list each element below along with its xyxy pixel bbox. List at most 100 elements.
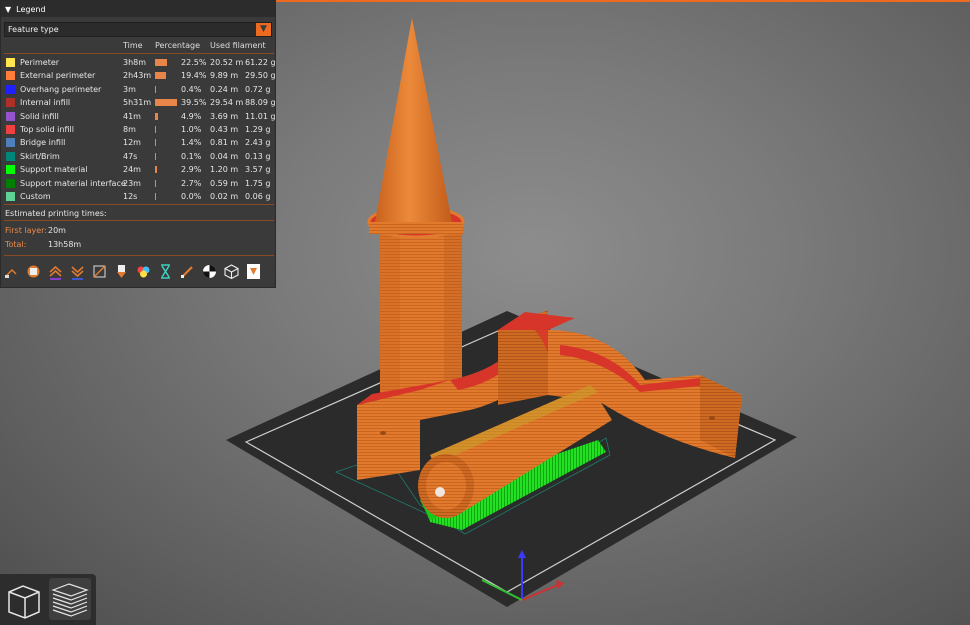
feature-time: 3h8m — [123, 58, 147, 67]
first-layer-label: First layer: — [5, 226, 48, 235]
feature-length: 0.04 m — [210, 151, 239, 161]
percentage-bar — [155, 179, 157, 187]
chevron-down-icon[interactable]: ▼ — [256, 23, 271, 36]
feature-length: 0.02 m — [210, 192, 239, 201]
feature-name: Support material — [20, 165, 88, 175]
center-of-gravity-icon[interactable] — [201, 263, 218, 280]
feature-percentage: 1.0% — [181, 125, 202, 134]
feature-percentage: 19.4% — [181, 71, 207, 81]
legend-panel: ▼ Legend Feature type ▼ Time Percentage … — [0, 0, 276, 288]
color-swatch — [6, 71, 15, 81]
color-swatch — [6, 165, 15, 175]
sliced-layers-icon[interactable] — [49, 578, 91, 620]
feature-time: 5h31m — [123, 98, 152, 108]
tool-changes-icon[interactable] — [113, 263, 130, 280]
feature-weight: 88.09 g — [245, 98, 276, 108]
feature-percentage: 4.9% — [181, 111, 202, 121]
collapse-triangle-icon[interactable]: ▼ — [5, 5, 11, 14]
total-value: 13h58m — [48, 240, 82, 249]
feature-weight: 1.29 g — [245, 125, 271, 134]
legend-header[interactable]: ▼ Legend — [1, 1, 275, 17]
legend-row[interactable]: Perimeter 3h8m 22.5% 20.52 m 61.22 g — [1, 56, 277, 69]
legend-row[interactable]: Custom 12s 0.0% 0.02 m 0.06 g — [1, 190, 277, 203]
feature-name: Bridge infill — [20, 138, 66, 148]
pause-prints-icon[interactable] — [157, 263, 174, 280]
percentage-bar — [155, 166, 157, 174]
legend-row[interactable]: External perimeter 2h43m 19.4% 9.89 m 29.50 … — [1, 69, 277, 82]
feature-weight: 29.50 g — [245, 71, 276, 81]
feature-name: Perimeter — [20, 58, 60, 67]
feature-percentage: 0.0% — [181, 192, 202, 201]
tools-divider — [4, 255, 274, 256]
deretractions-icon[interactable] — [69, 263, 86, 280]
feature-time: 2h43m — [123, 71, 152, 81]
feature-percentage: 39.5% — [181, 98, 207, 108]
percentage-bar — [155, 126, 157, 133]
color-swatch — [6, 151, 15, 161]
feature-percentage: 0.4% — [181, 84, 202, 94]
view-type-combo[interactable]: Feature type ▼ — [4, 22, 272, 37]
feature-length: 20.52 m — [210, 58, 244, 67]
times-divider — [4, 220, 274, 221]
feature-percentage: 0.1% — [181, 151, 202, 161]
feature-time: 3m — [123, 84, 136, 94]
col-used-filament: Used filament — [210, 41, 266, 50]
feature-time: 23m — [123, 178, 141, 188]
feature-weight: 1.75 g — [245, 178, 271, 188]
retractions-icon[interactable] — [47, 263, 64, 280]
legend-row[interactable]: Top solid infill 8m 1.0% 0.43 m 1.29 g — [1, 123, 277, 136]
col-time: Time — [123, 41, 143, 50]
color-swatch — [6, 58, 15, 67]
feature-time: 12m — [123, 138, 141, 148]
legend-row[interactable]: Solid infill 41m 4.9% 3.69 m 11.01 g — [1, 110, 277, 123]
list-divider — [4, 204, 274, 205]
feature-weight: 61.22 g — [245, 58, 276, 67]
feature-time: 47s — [123, 151, 138, 161]
feature-length: 3.69 m — [210, 111, 239, 121]
legend-row[interactable]: Internal infill 5h31m 39.5% 29.54 m 88.09 g — [1, 96, 277, 109]
feature-weight: 11.01 g — [245, 111, 276, 121]
percentage-bar — [155, 152, 157, 160]
color-swatch — [6, 125, 15, 134]
estimated-times-label: Estimated printing times: — [5, 209, 107, 218]
3d-view-icon[interactable] — [3, 578, 45, 620]
shells-icon[interactable] — [223, 263, 240, 280]
header-divider — [4, 53, 274, 54]
legend-title: Legend — [16, 4, 46, 14]
percentage-bar — [155, 112, 158, 120]
feature-percentage: 2.9% — [181, 165, 202, 175]
view-type-value: Feature type — [8, 25, 59, 34]
custom-gcodes-icon[interactable] — [179, 263, 196, 280]
feature-length: 0.59 m — [210, 178, 239, 188]
color-swatch — [6, 111, 15, 121]
feature-time: 8m — [123, 125, 136, 134]
feature-weight: 2.43 g — [245, 138, 271, 148]
feature-length: 29.54 m — [210, 98, 244, 108]
feature-name: External perimeter — [20, 71, 96, 81]
color-swatch — [6, 178, 15, 188]
legend-row[interactable]: Bridge infill 12m 1.4% 0.81 m 2.43 g — [1, 136, 277, 149]
feature-name: Skirt/Brim — [20, 151, 60, 161]
tool-marker-icon[interactable] — [245, 263, 262, 280]
feature-time: 24m — [123, 165, 141, 175]
legend-row[interactable]: Overhang perimeter 3m 0.4% 0.24 m 0.72 g — [1, 83, 277, 96]
legend-row[interactable]: Skirt/Brim 47s 0.1% 0.04 m 0.13 g — [1, 150, 277, 163]
first-layer-value: 20m — [48, 226, 66, 235]
travel-icon[interactable] — [3, 263, 20, 280]
color-swatch — [6, 192, 15, 201]
wipe-icon[interactable] — [25, 263, 42, 280]
color-changes-icon[interactable] — [135, 263, 152, 280]
percentage-bar — [155, 139, 157, 147]
feature-weight: 0.13 g — [245, 151, 271, 161]
color-swatch — [6, 84, 15, 94]
percentage-bar — [155, 85, 157, 93]
seams-icon[interactable] — [91, 263, 108, 280]
feature-time: 12s — [123, 192, 138, 201]
legend-row[interactable]: Support material interface 23m 2.7% 0.59 m 1… — [1, 177, 277, 190]
feature-length: 0.43 m — [210, 125, 239, 134]
legend-row[interactable]: Support material 24m 2.9% 1.20 m 3.57 g — [1, 163, 277, 176]
left-block-front — [357, 390, 420, 480]
feature-percentage: 22.5% — [181, 58, 207, 67]
tower-cone — [375, 18, 452, 222]
feature-weight: 0.72 g — [245, 84, 271, 94]
